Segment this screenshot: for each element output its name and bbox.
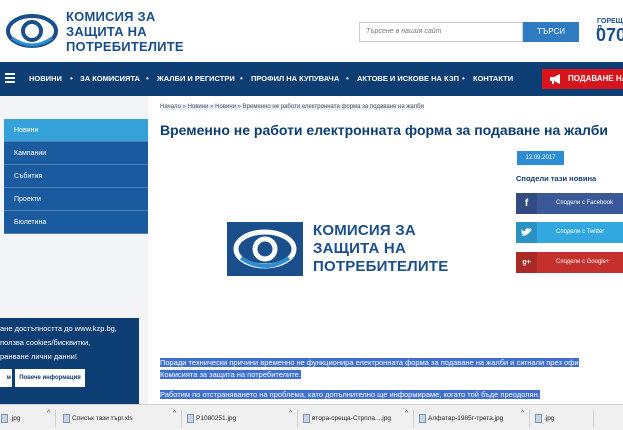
cookie-more-info-button[interactable]: Повече информация: [15, 369, 85, 387]
nav-separator: •: [70, 74, 73, 83]
date-badge: 12.09.2017: [517, 151, 564, 165]
share-facebook-label: Сподели с Facebook: [556, 200, 613, 206]
download-item-label: P1080251.jpg: [196, 415, 237, 422]
chevron-up-icon[interactable]: ^: [289, 410, 292, 417]
share-title: Сподели тази новина: [516, 174, 597, 183]
article-logo: КОМИСИЯ ЗА ЗАЩИТА НА ПОТРЕБИТЕЛИТЕ: [227, 222, 448, 286]
megaphone-icon: [550, 74, 560, 84]
download-item-label: втора-среща-Стрпла....jpg: [312, 415, 391, 422]
share-google-button[interactable]: g+ Сподели с Google+: [516, 252, 623, 273]
sidebar-menu: Новини Кампании Събития Проекти Бюлетина: [4, 119, 148, 234]
nav-separator: •: [462, 74, 465, 83]
article-paragraph-2: Работим по отстраняването на проблема, к…: [160, 389, 540, 400]
file-icon: [303, 414, 310, 423]
article-logo-line-1: КОМИСИЯ ЗА: [313, 222, 416, 239]
file-icon: [187, 414, 194, 423]
sidebar-item-projects[interactable]: Проекти: [4, 188, 148, 211]
nav-item-acts[interactable]: АКТОВЕ И ИСКОВЕ НА КЗП: [357, 62, 459, 96]
cookie-text-line: ане достъпността до www.kzp.bg,: [0, 324, 117, 333]
download-bar: .jpg ^ Списък тази търг.xls ^ P1080251.j…: [0, 404, 623, 430]
nav-separator: •: [146, 74, 149, 83]
hamburger-menu-icon[interactable]: [5, 73, 15, 84]
share-facebook-button[interactable]: f Сподели с Facebook: [516, 193, 623, 214]
cookie-notice: ане достъпността до www.kzp.bg, полз­ва …: [0, 318, 139, 404]
chevron-up-icon[interactable]: ^: [405, 410, 408, 417]
main-nav: НОВИНИ • ЗА КОМИСИЯТА • ЖАЛБИ И РЕГИСТРИ…: [0, 62, 623, 96]
nav-separator: •: [346, 74, 349, 83]
sidebar-item-campaigns[interactable]: Кампании: [4, 142, 148, 165]
file-icon: [419, 414, 426, 423]
chevron-up-icon[interactable]: ^: [521, 410, 524, 417]
download-item-label: .jpg: [544, 415, 555, 422]
logo-line-1: КОМИСИЯ ЗА: [66, 9, 156, 24]
chevron-up-icon[interactable]: ^: [47, 410, 50, 417]
file-icon: [63, 414, 70, 423]
download-item-label: Алфатар-1985г-трета.jpg: [428, 415, 504, 422]
page-title: Временно не работи електронната форма за…: [160, 122, 609, 138]
chevron-up-icon[interactable]: ^: [173, 410, 176, 417]
hotline-number: 070: [596, 25, 623, 45]
download-item[interactable]: .jpg: [534, 410, 594, 427]
sidebar-item-events[interactable]: Събития: [4, 165, 148, 188]
twitter-icon: [516, 222, 537, 243]
file-icon: [1, 414, 8, 423]
google-plus-icon: g+: [516, 252, 537, 273]
nav-item-buyer-profile[interactable]: ПРОФИЛ НА КУПУВАЧА: [251, 62, 339, 96]
sidebar-item-bulletins[interactable]: Бюлетина: [4, 211, 148, 234]
share-twitter-button[interactable]: Сподели с Twitter: [516, 222, 623, 243]
logo-line-2: ЗАЩИТА НА: [66, 24, 147, 39]
share-twitter-label: Сподели с Twitter: [556, 229, 605, 235]
eye-logo-icon: [6, 14, 58, 48]
site-header: КОМИСИЯ ЗА ЗАЩИТА НА ПОТРЕБИТЕЛИТЕ Търсе…: [0, 0, 623, 62]
logo-text: КОМИСИЯ ЗА ЗАЩИТА НА ПОТРЕБИТЕЛИТЕ: [66, 9, 184, 54]
nav-separator: •: [240, 74, 243, 83]
article-paragraph-1-line-2[interactable]: Комисията за защита на потребителите.: [160, 370, 301, 379]
download-item[interactable]: Алфатар-1985г-трета.jpg: [418, 410, 530, 427]
cookie-accept-button[interactable]: м: [0, 369, 12, 387]
submit-complaint-label: ПОДАВАНЕ НА: [568, 74, 623, 83]
sidebar-item-news[interactable]: Новини: [4, 119, 148, 142]
file-icon: [535, 414, 542, 423]
share-google-label: Сподели с Google+: [556, 259, 610, 265]
search-button[interactable]: ТЪРСИ: [523, 22, 579, 42]
download-item[interactable]: втора-среща-Стрпла....jpg: [302, 410, 414, 427]
download-item-label: Списък тази търг.xls: [72, 415, 133, 422]
breadcrumb-text[interactable]: Начало » Новини » Новини » Временно не р…: [160, 104, 424, 110]
download-item[interactable]: P1080251.jpg: [186, 410, 298, 427]
download-item[interactable]: Списък тази търг.xls: [62, 410, 182, 427]
nav-item-news[interactable]: НОВИНИ: [29, 62, 62, 96]
cookie-text-line: ранване лични данни!: [0, 352, 77, 361]
nav-item-about[interactable]: ЗА КОМИСИЯТА: [80, 62, 140, 96]
cookie-text-line: полз­ва cookies/бисквитки,: [0, 338, 91, 347]
article-paragraph-2-text[interactable]: Работим по отстраняването на проблема, к…: [160, 390, 540, 399]
article-logo-line-3: ПОТРЕБИТЕЛИТЕ: [313, 258, 449, 275]
nav-item-contacts[interactable]: КОНТАКТИ: [473, 62, 513, 96]
article-paragraph-1-cont: Комисията за защита на потребителите.: [160, 369, 301, 380]
download-item-label: .jpg: [10, 415, 21, 422]
search-input[interactable]: Търсене в нашия сайт: [359, 22, 523, 42]
breadcrumb: Начало » Новини » Новини » Временно не р…: [160, 104, 424, 110]
site-logo[interactable]: КОМИСИЯ ЗА ЗАЩИТА НА ПОТРЕБИТЕЛИТЕ: [6, 6, 184, 56]
eye-logo-icon: [233, 229, 297, 269]
article-image: КОМИСИЯ ЗА ЗАЩИТА НА ПОТРЕБИТЕЛИТЕ: [157, 186, 513, 350]
submit-complaint-button[interactable]: ПОДАВАНЕ НА: [542, 69, 623, 89]
facebook-icon: f: [516, 193, 537, 214]
article-logo-line-2: ЗАЩИТА НА: [313, 240, 406, 257]
nav-item-complaints[interactable]: ЖАЛБИ И РЕГИСТРИ: [157, 62, 235, 96]
article-paragraph-1: Поради технически причини временно не фу…: [160, 357, 579, 368]
logo-line-3: ПОТРЕБИТЕЛИТЕ: [66, 39, 184, 54]
article-logo-text: КОМИСИЯ ЗА ЗАЩИТА НА ПОТРЕБИТЕЛИТЕ: [313, 222, 448, 276]
article-paragraph-1-line-1[interactable]: Поради технически причини временно не фу…: [160, 358, 579, 367]
